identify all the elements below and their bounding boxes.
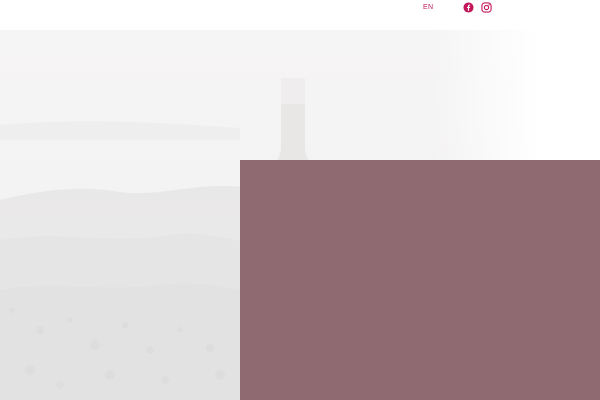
content-panel xyxy=(240,160,600,400)
facebook-icon[interactable] xyxy=(463,0,474,13)
instagram-icon[interactable] xyxy=(481,0,492,13)
language-switcher[interactable]: EN xyxy=(423,4,433,11)
page: EN xyxy=(0,0,600,400)
site-header: EN xyxy=(0,0,600,30)
